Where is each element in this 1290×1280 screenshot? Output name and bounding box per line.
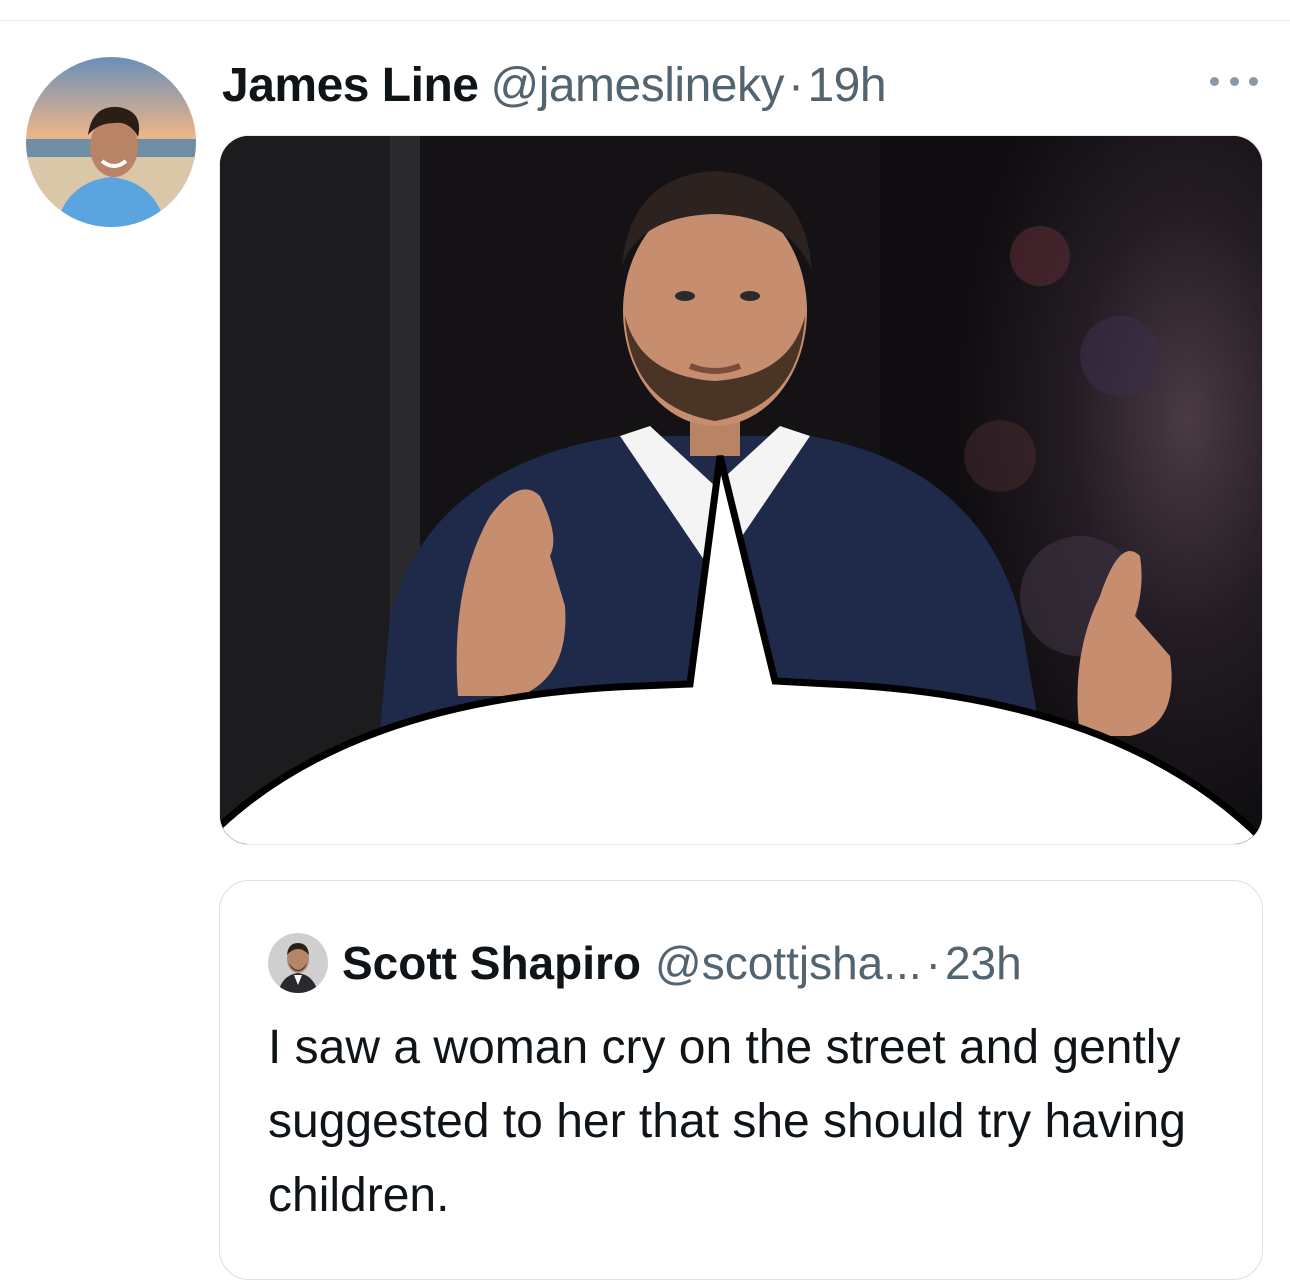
more-dot xyxy=(1210,76,1219,86)
separator-dot: · xyxy=(925,937,941,989)
quote-author-name[interactable]: Scott Shapiro xyxy=(342,936,641,990)
quote-author-avatar[interactable] xyxy=(268,933,328,993)
author-avatar[interactable] xyxy=(26,57,196,227)
photo-with-speech-bubble-icon xyxy=(220,136,1262,844)
author-handle[interactable]: @jameslineky xyxy=(490,58,784,113)
quote-time[interactable]: 23h xyxy=(945,936,1022,990)
more-icon[interactable] xyxy=(1210,66,1258,96)
quote-header: Scott Shapiro @scottjsha... · 23h xyxy=(268,933,1022,993)
more-dot xyxy=(1229,76,1239,86)
tweet-header: James Line @jameslineky · 19h xyxy=(222,55,887,115)
quote-tweet-card[interactable]: Scott Shapiro @scottjsha... · 23h I saw … xyxy=(219,880,1263,1280)
more-dot xyxy=(1249,76,1258,86)
quote-text: I saw a woman cry on the street and gent… xyxy=(268,1021,1186,1222)
quote-author-handle[interactable]: @scottjsha... xyxy=(655,936,922,990)
separator-dot: · xyxy=(787,58,804,112)
top-divider xyxy=(0,20,1290,21)
tweet-time[interactable]: 19h xyxy=(807,58,886,113)
tweet-media-image[interactable] xyxy=(219,135,1263,845)
author-name[interactable]: James Line xyxy=(222,58,479,113)
